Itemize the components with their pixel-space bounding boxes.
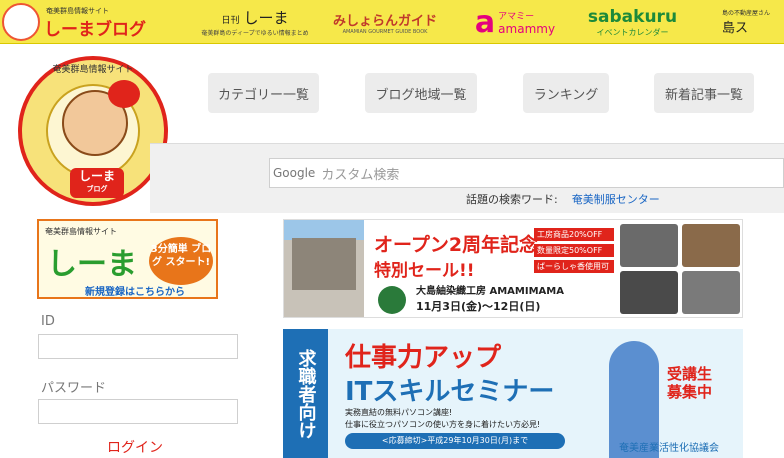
shima-fudosan-link[interactable]: 島の不動産屋さん 島ス <box>722 0 784 44</box>
nav-blog-regions[interactable]: ブログ地域一覧 <box>365 73 477 113</box>
id-input[interactable] <box>38 334 238 359</box>
amamimama-logo-icon <box>378 286 406 314</box>
site-logo[interactable]: 奄美群島情報サイト しーま ブログ <box>18 56 168 206</box>
shima-blog-link[interactable]: 奄美群島情報サイト しーまブログ <box>0 0 180 44</box>
it-seminar-banner[interactable]: 求職者向け 仕事力アップ ITスキルセミナー 実務直結の無料パソコン講座! 仕事… <box>283 329 743 458</box>
product-gallery <box>620 224 740 314</box>
top-brand-bar: 奄美群島情報サイト しーまブログ 日刊 しーま 奄美群島のディープでゆるい情報まと… <box>0 0 784 44</box>
amammy-link[interactable]: a アマミー amammy <box>470 0 560 44</box>
trending-keywords: 話題の検索ワード: 奄美制服センター <box>466 193 660 206</box>
nav-ranking[interactable]: ランキング <box>523 73 609 113</box>
password-input[interactable] <box>38 399 238 424</box>
password-label: パスワード <box>41 381 107 396</box>
hibiscus-icon <box>108 80 140 108</box>
nav-new-articles[interactable]: 新着記事一覧 <box>654 73 754 113</box>
login-button[interactable]: ログイン <box>107 437 163 457</box>
nikkan-shima-link[interactable]: 日刊 しーま 奄美群島のディープでゆるい情報まとめ <box>195 0 315 44</box>
google-brand: Google <box>273 166 316 180</box>
amammy-logo-icon: a <box>474 4 496 40</box>
register-banner[interactable]: 奄美群島情報サイト しーま 3分簡単 ブログ スタート! 新規登録はこちらから <box>37 219 218 299</box>
shop-photo <box>284 220 364 317</box>
sabakuru-link[interactable]: sabakuru イベントカレンダー <box>575 0 690 44</box>
trending-keyword-link[interactable]: 奄美制服センター <box>572 193 660 206</box>
shima-mascot-icon <box>2 3 40 41</box>
amamimama-sale-banner[interactable]: オープン2周年記念 特別セール!! 工房商品20%OFF 数量限定50%OFF … <box>283 219 743 318</box>
mishoran-guide-link[interactable]: みしょらんガイド AMAMIAN GOURMET GUIDE BOOK <box>325 0 445 44</box>
search-input[interactable]: Google カスタム検索 <box>269 158 784 188</box>
nav-categories[interactable]: カテゴリー一覧 <box>208 73 319 113</box>
id-label: ID <box>41 314 55 329</box>
search-placeholder: カスタム検索 <box>321 167 400 183</box>
